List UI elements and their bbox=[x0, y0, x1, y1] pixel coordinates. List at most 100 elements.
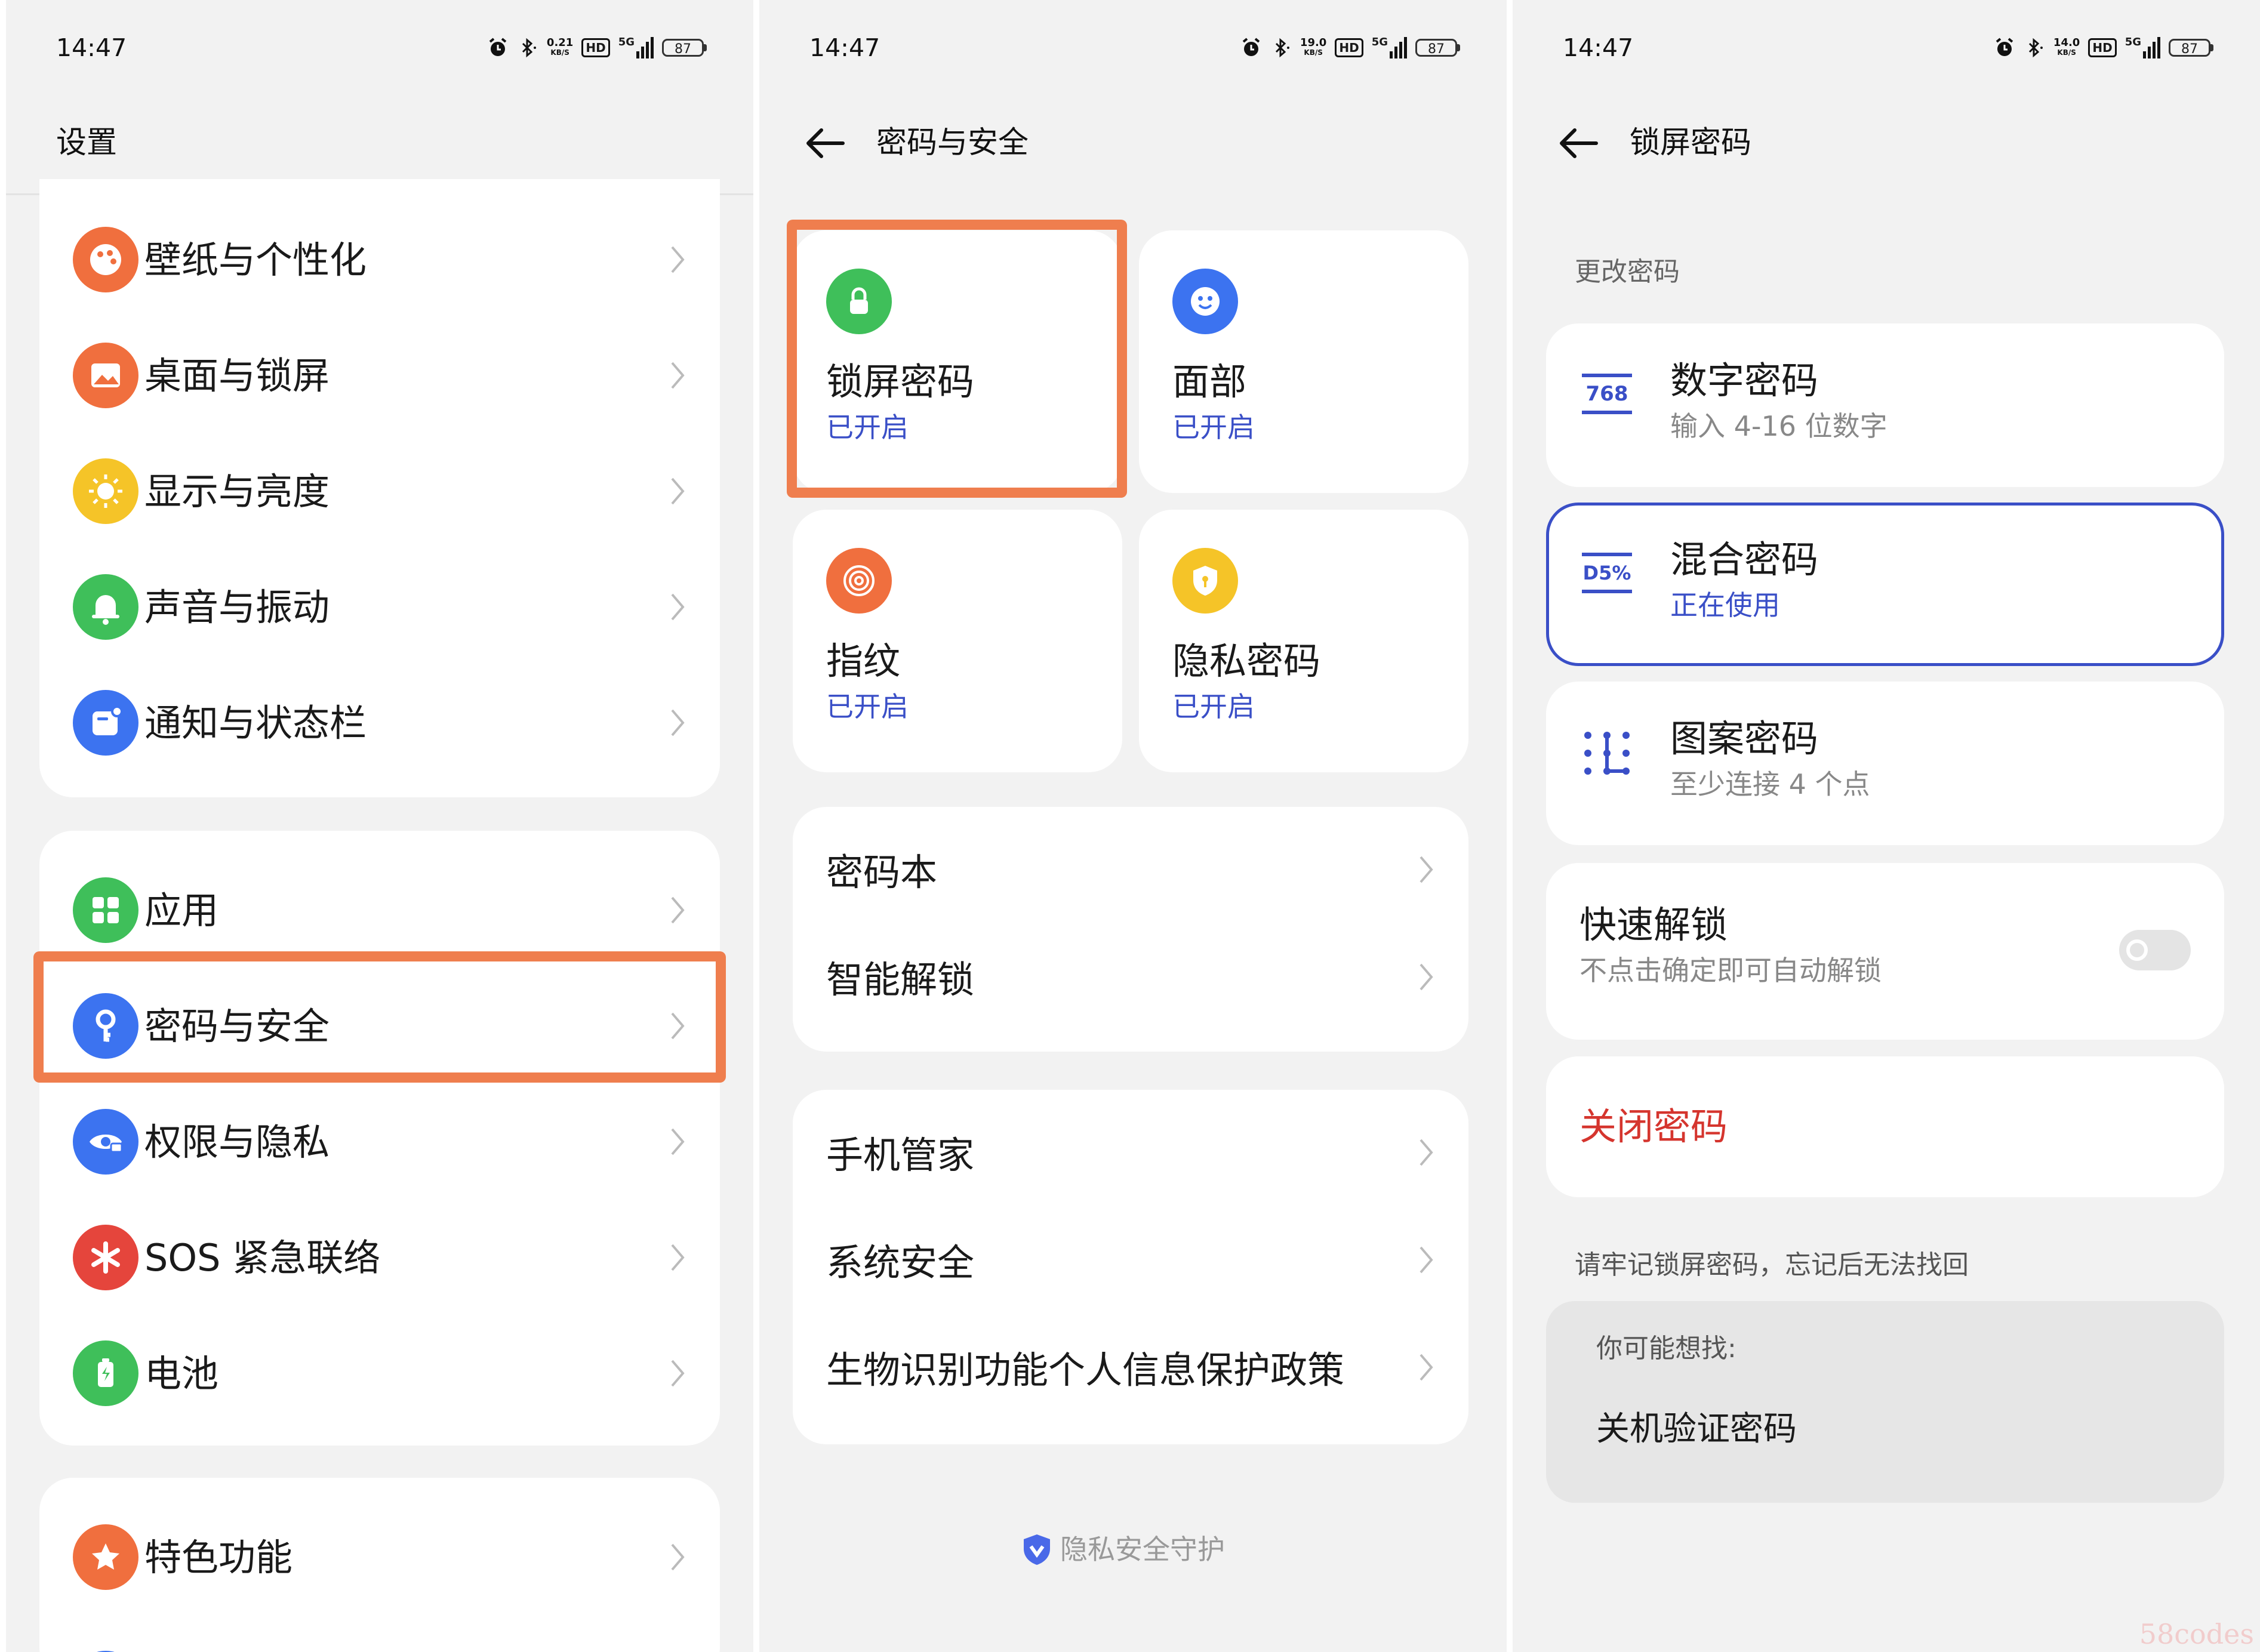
hd-badge: HD bbox=[581, 38, 610, 57]
option-subtitle: 至少连接 4 个点 bbox=[1670, 768, 1870, 800]
pattern-password-icon bbox=[1584, 732, 1630, 775]
alarm-icon bbox=[1242, 38, 1260, 56]
option-numeric-password[interactable]: 768 数字密码 输入 4-16 位数字 bbox=[1546, 323, 2224, 487]
status-time: 14:47 bbox=[56, 33, 127, 62]
settings-item-label: SOS 紧急联络 bbox=[144, 1236, 381, 1280]
tile-label: 面部 bbox=[1172, 360, 1247, 403]
option-pattern-password[interactable]: 图案密码 至少连接 4 个点 bbox=[1546, 682, 2224, 845]
chevron-right-icon bbox=[671, 1543, 685, 1571]
quick-unlock-label: 快速解锁 bbox=[1579, 903, 1728, 947]
chevron-right-icon bbox=[671, 1360, 685, 1387]
list-item-biometric-policy[interactable]: 生物识别功能个人信息保护政策 bbox=[793, 1311, 1468, 1418]
settings-item-desktop[interactable]: 桌面与锁屏 bbox=[39, 318, 720, 433]
suggestion-title: 你可能想找: bbox=[1596, 1333, 1736, 1364]
picture-icon bbox=[91, 363, 120, 387]
list-item-passbook[interactable]: 密码本 bbox=[793, 813, 1468, 926]
back-arrow-icon[interactable] bbox=[1558, 127, 1600, 160]
chevron-right-icon bbox=[1420, 1354, 1433, 1381]
option-subtitle: 正在使用 bbox=[1670, 589, 1780, 621]
alarm-icon bbox=[489, 38, 507, 56]
settings-item-label: 桌面与锁屏 bbox=[144, 354, 330, 397]
status-time: 14:47 bbox=[1563, 33, 1634, 62]
settings-group-2: 应用 密码与安全 权限与隐私 SOS 紧急联络 电池 bbox=[39, 831, 720, 1446]
chevron-right-icon bbox=[671, 593, 685, 621]
settings-item-sos[interactable]: SOS 紧急联络 bbox=[39, 1200, 720, 1315]
settings-item-label: 显示与亮度 bbox=[144, 470, 330, 513]
settings-item-privacy[interactable]: 权限与隐私 bbox=[39, 1084, 720, 1200]
mixed-password-icon: D5% bbox=[1582, 549, 1632, 599]
status-time: 14:47 bbox=[809, 33, 880, 62]
chevron-right-icon bbox=[671, 246, 685, 273]
hd-badge: HD bbox=[2088, 38, 2117, 57]
chevron-right-icon bbox=[671, 709, 685, 736]
list-item-label: 系统安全 bbox=[826, 1241, 975, 1284]
chevron-right-icon bbox=[1420, 963, 1433, 991]
quick-unlock-toggle[interactable] bbox=[2119, 930, 2191, 970]
highlight-box bbox=[787, 220, 1127, 498]
status-bar: 14:47 14.0 KB/S HD 5G 87 bbox=[1513, 30, 2260, 66]
option-subtitle: 输入 4-16 位数字 bbox=[1670, 410, 1888, 442]
close-password-button[interactable]: 关闭密码 bbox=[1546, 1056, 2224, 1197]
privacy-footer: 隐私安全守护 bbox=[1022, 1531, 1225, 1567]
signal-icon: 5G bbox=[2125, 37, 2160, 58]
settings-group-3: 特色功能 bbox=[39, 1478, 720, 1652]
highlight-box bbox=[33, 951, 726, 1083]
section-label: 更改密码 bbox=[1575, 257, 1680, 287]
list-item-system-security[interactable]: 系统安全 bbox=[793, 1203, 1468, 1311]
face-icon bbox=[1172, 269, 1238, 334]
tile-fingerprint[interactable]: 指纹 已开启 bbox=[793, 510, 1122, 772]
quick-unlock-subtitle: 不点击确定即可自动解锁 bbox=[1579, 954, 1882, 987]
suggestion-item[interactable]: 关机验证密码 bbox=[1596, 1408, 1797, 1450]
privacy-shield-icon bbox=[1024, 1534, 1050, 1565]
tile-label: 隐私密码 bbox=[1172, 639, 1321, 683]
list-item-phone-manager[interactable]: 手机管家 bbox=[793, 1096, 1468, 1203]
settings-item-notification[interactable]: 通知与状态栏 bbox=[39, 665, 720, 781]
option-mixed-password[interactable]: D5% 混合密码 正在使用 bbox=[1546, 503, 2224, 666]
option-name: 数字密码 bbox=[1670, 359, 1819, 402]
quick-unlock-row[interactable]: 快速解锁 不点击确定即可自动解锁 bbox=[1546, 863, 2224, 1040]
chevron-right-icon bbox=[671, 362, 685, 389]
page-title: 设置 bbox=[56, 125, 118, 161]
list-item-label: 生物识别功能个人信息保护政策 bbox=[826, 1348, 1345, 1392]
settings-item-label: 应用 bbox=[144, 889, 219, 932]
net-speed-unit: KB/S bbox=[2057, 48, 2076, 57]
tile-status: 已开启 bbox=[1172, 411, 1255, 443]
settings-item-sound[interactable]: 声音与振动 bbox=[39, 549, 720, 665]
settings-item-label: 声音与振动 bbox=[144, 585, 330, 629]
settings-screen: 14:47 0.21 KB/S HD 5G 87 设置 壁纸与个性化 桌面与锁屏 … bbox=[6, 0, 753, 1652]
settings-item-label: 电池 bbox=[144, 1352, 219, 1395]
settings-item-wallpaper[interactable]: 壁纸与个性化 bbox=[39, 202, 720, 318]
password-security-screen: 14:47 19.0 KB/S HD 5G 87 密码与安全 锁屏密码 已开启 面… bbox=[759, 0, 1507, 1652]
chevron-right-icon bbox=[671, 1244, 685, 1271]
list-item-label: 手机管家 bbox=[826, 1133, 975, 1177]
notification-icon bbox=[93, 705, 123, 735]
asterisk-icon bbox=[91, 1241, 120, 1274]
palette-icon bbox=[90, 244, 121, 275]
footer-text: 隐私安全守护 bbox=[1060, 1533, 1225, 1565]
settings-item-display[interactable]: 显示与亮度 bbox=[39, 433, 720, 549]
page-title: 密码与安全 bbox=[876, 125, 1029, 161]
battery-indicator: 87 bbox=[2169, 39, 2213, 57]
settings-group-1: 壁纸与个性化 桌面与锁屏 显示与亮度 声音与振动 通知与状态栏 bbox=[39, 179, 720, 797]
net-speed: 0.21 bbox=[546, 36, 574, 49]
chevron-right-icon bbox=[1420, 1246, 1433, 1274]
settings-item-label: 权限与隐私 bbox=[144, 1120, 330, 1164]
battery-icon bbox=[98, 1358, 113, 1387]
settings-item-features[interactable]: 特色功能 bbox=[39, 1499, 720, 1615]
tile-privacy-password[interactable]: 隐私密码 已开启 bbox=[1139, 510, 1468, 772]
settings-item-label: 通知与状态栏 bbox=[144, 701, 367, 745]
list-item-smart-unlock[interactable]: 智能解锁 bbox=[793, 920, 1468, 1034]
back-arrow-icon[interactable] bbox=[805, 127, 846, 160]
tile-status: 已开启 bbox=[1172, 691, 1255, 723]
chevron-right-icon bbox=[671, 896, 685, 924]
settings-item-apps[interactable]: 应用 bbox=[39, 852, 720, 968]
settings-item-battery[interactable]: 电池 bbox=[39, 1315, 720, 1431]
chevron-right-icon bbox=[671, 1128, 685, 1155]
apps-grid-icon bbox=[93, 897, 119, 923]
bell-icon bbox=[92, 595, 119, 625]
hd-badge: HD bbox=[1335, 38, 1363, 57]
suggestion-box: 你可能想找: 关机验证密码 bbox=[1546, 1301, 2224, 1503]
tile-face[interactable]: 面部 已开启 bbox=[1139, 230, 1468, 493]
bluetooth-icon bbox=[522, 38, 536, 58]
net-speed: 14.0 bbox=[2053, 36, 2080, 49]
